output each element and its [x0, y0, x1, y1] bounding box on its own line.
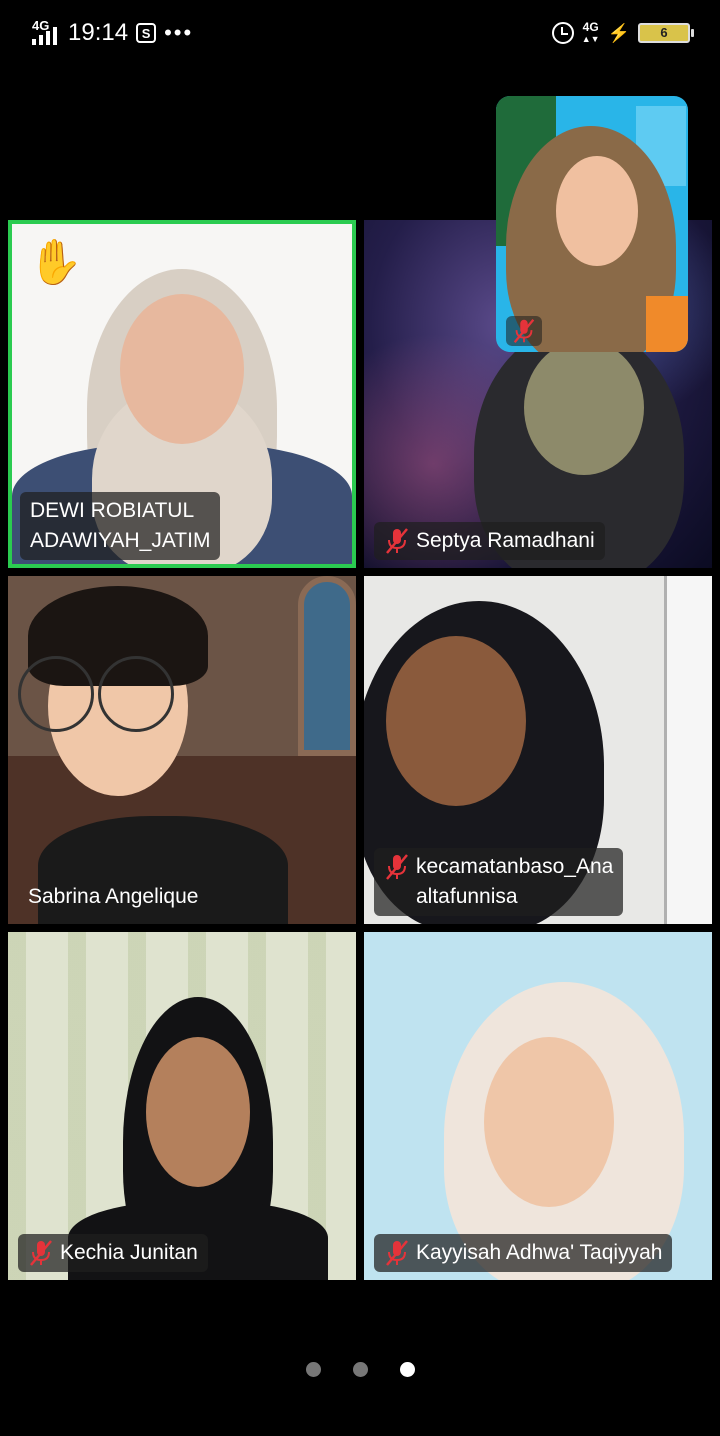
participant-name: Kayyisah Adhwa' Taqiyyah — [416, 1241, 663, 1264]
participant-name: Kechia Junitan — [60, 1241, 198, 1264]
page-dot-1[interactable] — [305, 1362, 321, 1377]
participant-name-tag: DEWI ROBIATUL ADAWIYAH_JATIM — [20, 492, 221, 560]
page-dot-3-current[interactable] — [399, 1362, 415, 1377]
participant-face — [386, 636, 526, 806]
network-type-right: 4G ▲▼ — [581, 20, 600, 44]
participant-name-tag: Kayyisah Adhwa' Taqiyyah — [374, 1234, 673, 1272]
video-tile-dewi[interactable]: ✋ DEWI ROBIATUL ADAWIYAH_JATIM — [8, 220, 356, 568]
alarm-clock-icon — [551, 22, 574, 44]
door-background — [664, 576, 712, 924]
muted-microphone-icon — [386, 854, 408, 880]
cellular-signal-icon: 4G — [30, 19, 60, 47]
self-view-video[interactable] — [496, 96, 688, 352]
self-face — [556, 156, 638, 266]
raised-hand-icon: ✋ — [28, 238, 83, 287]
participant-name: Septya Ramadhani — [416, 529, 595, 552]
notification-app-icon: S — [136, 23, 157, 43]
glasses-left — [18, 656, 94, 732]
participant-face — [484, 1037, 614, 1207]
participant-name-tag: Sabrina Angelique — [18, 878, 208, 916]
battery-icon: 6 — [638, 23, 694, 43]
clock-time: 19:14 — [68, 19, 129, 46]
page-dot-2[interactable] — [352, 1362, 368, 1377]
participant-name-tag: Septya Ramadhani — [374, 522, 605, 560]
self-mute-indicator — [506, 316, 542, 346]
participant-face — [120, 294, 244, 444]
participant-name: DEWI ROBIATUL ADAWIYAH_JATIM — [30, 499, 211, 552]
glasses-right — [98, 656, 174, 732]
video-tile-sabrina[interactable]: Sabrina Angelique — [8, 576, 356, 924]
page-indicator — [0, 1362, 720, 1377]
participant-name-tag: kecamatanbaso_Ana altafunnisa — [374, 848, 624, 916]
participant-name-tag: Kechia Junitan — [18, 1234, 208, 1272]
participant-name: kecamatanbaso_Ana altafunnisa — [416, 855, 614, 908]
video-tile-kayyisah[interactable]: Kayyisah Adhwa' Taqiyyah — [364, 932, 712, 1280]
muted-microphone-icon — [386, 1240, 408, 1266]
charging-bolt-icon: ⚡ — [607, 22, 630, 43]
self-shirt — [646, 296, 688, 352]
battery-level: 6 — [660, 25, 668, 40]
video-tile-kechia[interactable]: Kechia Junitan — [8, 932, 356, 1280]
muted-microphone-icon — [30, 1240, 52, 1266]
window-background — [298, 576, 356, 756]
more-notifications-icon: ••• — [164, 20, 194, 45]
muted-microphone-icon — [386, 528, 408, 554]
status-bar: 4G 19:14 S ••• 4G ▲▼ ⚡ 6 — [0, 0, 720, 64]
participant-face — [524, 340, 644, 475]
participant-name: Sabrina Angelique — [28, 885, 199, 908]
muted-microphone-icon — [513, 319, 535, 343]
video-tile-kecamatanbaso[interactable]: kecamatanbaso_Ana altafunnisa — [364, 576, 712, 924]
participant-face — [146, 1037, 250, 1187]
